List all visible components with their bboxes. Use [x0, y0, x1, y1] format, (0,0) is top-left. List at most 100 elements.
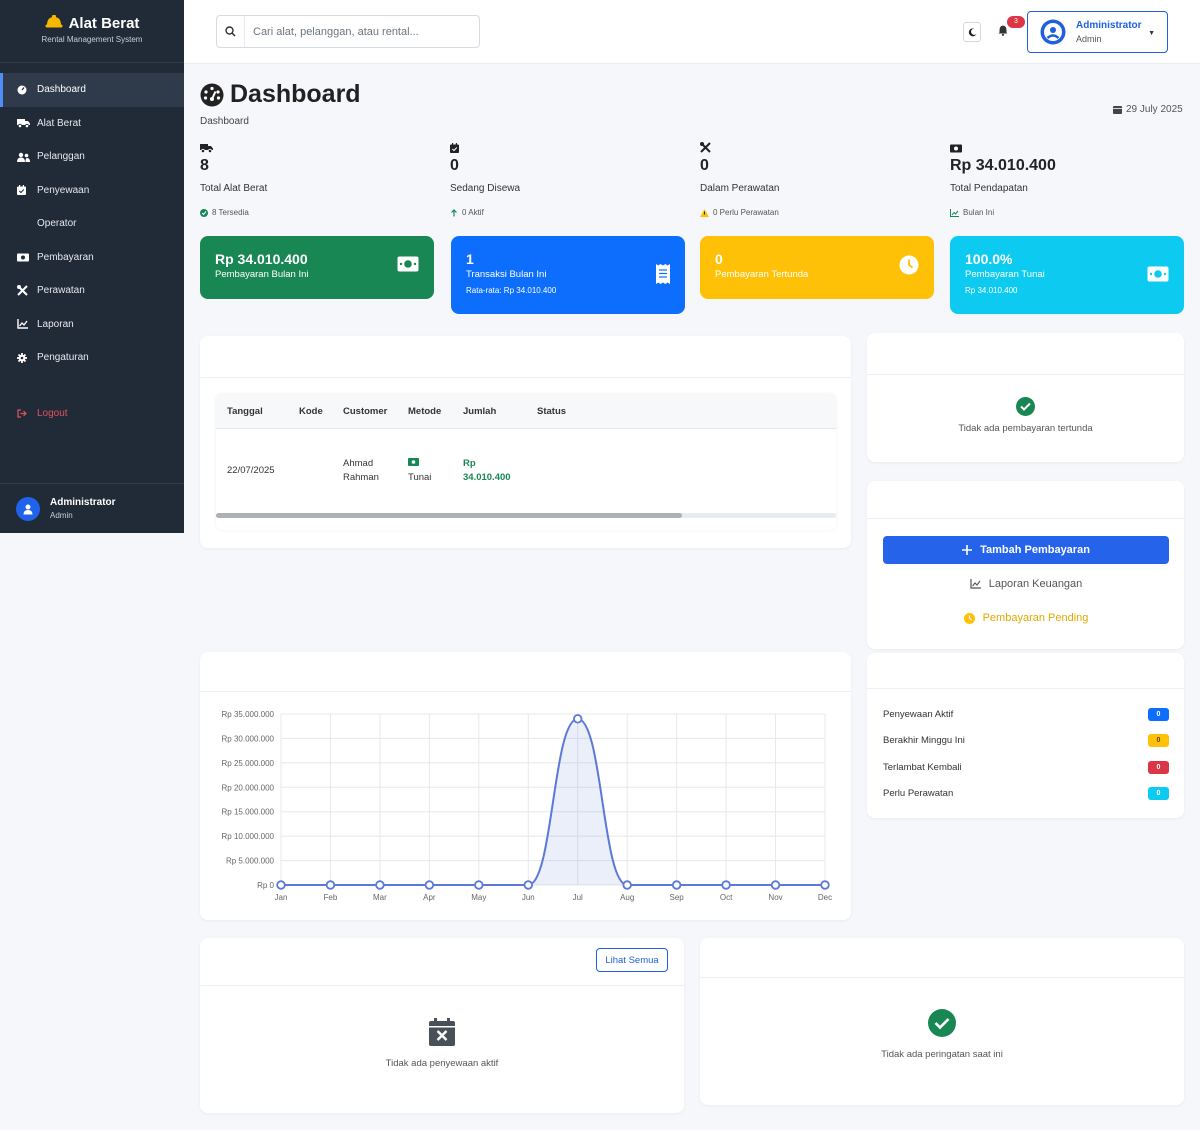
add-payment-button[interactable]: Tambah Pembayaran	[883, 536, 1169, 564]
tools-icon	[17, 285, 37, 296]
x-tick-label: Jun	[522, 893, 535, 902]
stat-note: 8 Tersedia	[212, 208, 249, 217]
sidebar-item-label: Pelanggan	[37, 151, 85, 163]
sidebar-item-pengaturan[interactable]: Pengaturan	[0, 341, 184, 375]
warnings-card: Tidak ada peringatan saat ini	[700, 938, 1184, 1105]
status-label: Terlambat Kembali	[883, 762, 962, 773]
calendar-x-icon	[429, 1018, 455, 1046]
money-icon	[1147, 266, 1169, 287]
truck-icon	[200, 140, 430, 154]
quick-actions-card: Tambah Pembayaran Laporan Keuangan Pemba…	[867, 481, 1184, 649]
card-header	[700, 938, 1184, 978]
payments-table: Tanggal Kode Customer Metode Jumlah Stat…	[216, 394, 836, 530]
stat-label: Total Pendapatan	[950, 183, 1028, 194]
sidebar-item-label: Alat Berat	[37, 117, 81, 129]
status-badge: 0	[1148, 761, 1169, 774]
column-header[interactable]: Status	[537, 406, 566, 417]
dashboard-icon	[17, 85, 37, 95]
user-icon	[23, 504, 33, 514]
sidebar-item-dashboard[interactable]: Dashboard	[0, 73, 184, 107]
sidebar-item-laporan[interactable]: Laporan	[0, 308, 184, 342]
check-circle-icon	[200, 208, 208, 217]
scrollbar-thumb[interactable]	[216, 513, 682, 518]
status-row: Perlu Perawatan 0	[883, 787, 1169, 800]
warning-icon	[700, 208, 709, 217]
sidebar-user-name: Administrator	[50, 497, 116, 508]
money-icon	[950, 140, 1180, 154]
brand[interactable]: Alat Berat Rental Management System	[0, 0, 184, 63]
rental-status-card: Penyewaan Aktif 0 Berakhir Minggu Ini 0 …	[867, 653, 1184, 818]
financial-report-label: Laporan Keuangan	[988, 578, 1083, 590]
kpi-label: Pembayaran Tunai	[965, 269, 1045, 280]
status-badge: 0	[1148, 708, 1169, 721]
financial-report-link[interactable]: Laporan Keuangan	[883, 578, 1169, 590]
search-box	[216, 15, 480, 48]
sidebar-item-label: Dashboard	[37, 84, 86, 96]
revenue-chart-card: Rp 0 Rp 5.000.000 Rp 10.000.000 Rp 15.000.0…	[200, 652, 851, 920]
cell-customer: Ahmad	[343, 458, 374, 469]
page-date-text: 29 July 2025	[1126, 104, 1183, 115]
notification-bell-icon[interactable]	[998, 23, 1008, 41]
user-menu-button[interactable]: Administrator Admin ▼	[1027, 11, 1168, 53]
sidebar-item-pembayaran[interactable]: Pembayaran	[0, 241, 184, 275]
data-point	[671, 880, 682, 890]
money-icon	[408, 458, 419, 469]
pending-payments-link[interactable]: Pembayaran Pending	[883, 612, 1169, 624]
column-header[interactable]: Jumlah	[463, 406, 496, 417]
sidebar-item-operator[interactable]: Operator	[0, 207, 184, 241]
sidebar-item-label: Pengaturan	[37, 352, 89, 364]
gear-icon	[17, 352, 37, 363]
notification-badge: 3	[1007, 16, 1025, 28]
kpi-value: Rp 34.010.400	[215, 251, 308, 267]
clock-icon	[963, 612, 975, 624]
stat-value: 0	[450, 157, 459, 174]
column-header[interactable]: Customer	[343, 406, 387, 417]
calendar-icon	[1113, 106, 1122, 114]
page-title-text: Dashboard	[230, 80, 361, 108]
stat-value: 0	[700, 157, 709, 174]
pending-payments-card: Tidak ada pembayaran tertunda	[867, 333, 1184, 462]
money-icon	[17, 253, 37, 262]
theme-toggle-button[interactable]	[963, 22, 981, 42]
sidebar-item-perawatan[interactable]: Perawatan	[0, 274, 184, 308]
sidebar-item-penyewaan[interactable]: Penyewaan	[0, 174, 184, 208]
sidebar-item-alat-berat[interactable]: Alat Berat	[0, 107, 184, 141]
x-tick-label: Apr	[423, 893, 436, 902]
horizontal-scrollbar[interactable]	[216, 513, 836, 518]
x-tick-label: Aug	[620, 893, 634, 902]
empty-message: Tidak ada penyewaan aktif	[385, 1058, 499, 1069]
table-row[interactable]: 22/07/2025 Ahmad Rahman Tunai Rp 34.010.…	[216, 429, 836, 515]
sidebar-item-label: Operator	[37, 218, 77, 230]
x-tick-label: Jul	[573, 893, 583, 902]
data-point	[474, 880, 484, 890]
chart-icon	[17, 319, 37, 329]
x-tick-label: Mar	[373, 893, 387, 902]
search-icon[interactable]	[217, 16, 245, 47]
sidebar-item-pelanggan[interactable]: Pelanggan	[0, 140, 184, 174]
data-point	[523, 880, 533, 890]
sidebar-user-role: Admin	[50, 511, 73, 520]
sidebar-item-label: Penyewaan	[37, 184, 90, 196]
kpi-pembayaran-bulan-ini: Rp 34.010.400 Pembayaran Bulan Ini	[200, 236, 434, 299]
moon-icon	[968, 27, 976, 36]
column-header[interactable]: Metode	[408, 406, 441, 417]
card-header	[200, 652, 851, 692]
kpi-pembayaran-tertunda: 0 Pembayaran Tertunda	[700, 236, 934, 299]
column-header[interactable]: Tanggal	[227, 406, 263, 417]
data-point	[622, 880, 632, 890]
calendar-icon	[17, 185, 37, 196]
cell-jumlah: Rp	[463, 458, 476, 469]
sidebar-user[interactable]: Administrator Admin	[0, 483, 184, 533]
search-input[interactable]	[245, 25, 465, 38]
stat-total-alat: 8 Total Alat Berat 8 Tersedia	[200, 140, 430, 217]
recent-payments-card: Tanggal Kode Customer Metode Jumlah Stat…	[200, 336, 851, 548]
logout-link[interactable]: Logout	[0, 397, 184, 431]
x-tick-label: Oct	[720, 893, 733, 902]
stat-note: Bulan Ini	[963, 208, 995, 217]
card-header	[867, 481, 1184, 519]
view-all-button[interactable]: Lihat Semua	[596, 948, 668, 972]
status-row: Penyewaan Aktif 0	[883, 708, 1169, 721]
x-tick-label: Jan	[275, 893, 288, 902]
card-header	[200, 336, 851, 378]
column-header[interactable]: Kode	[299, 406, 323, 417]
